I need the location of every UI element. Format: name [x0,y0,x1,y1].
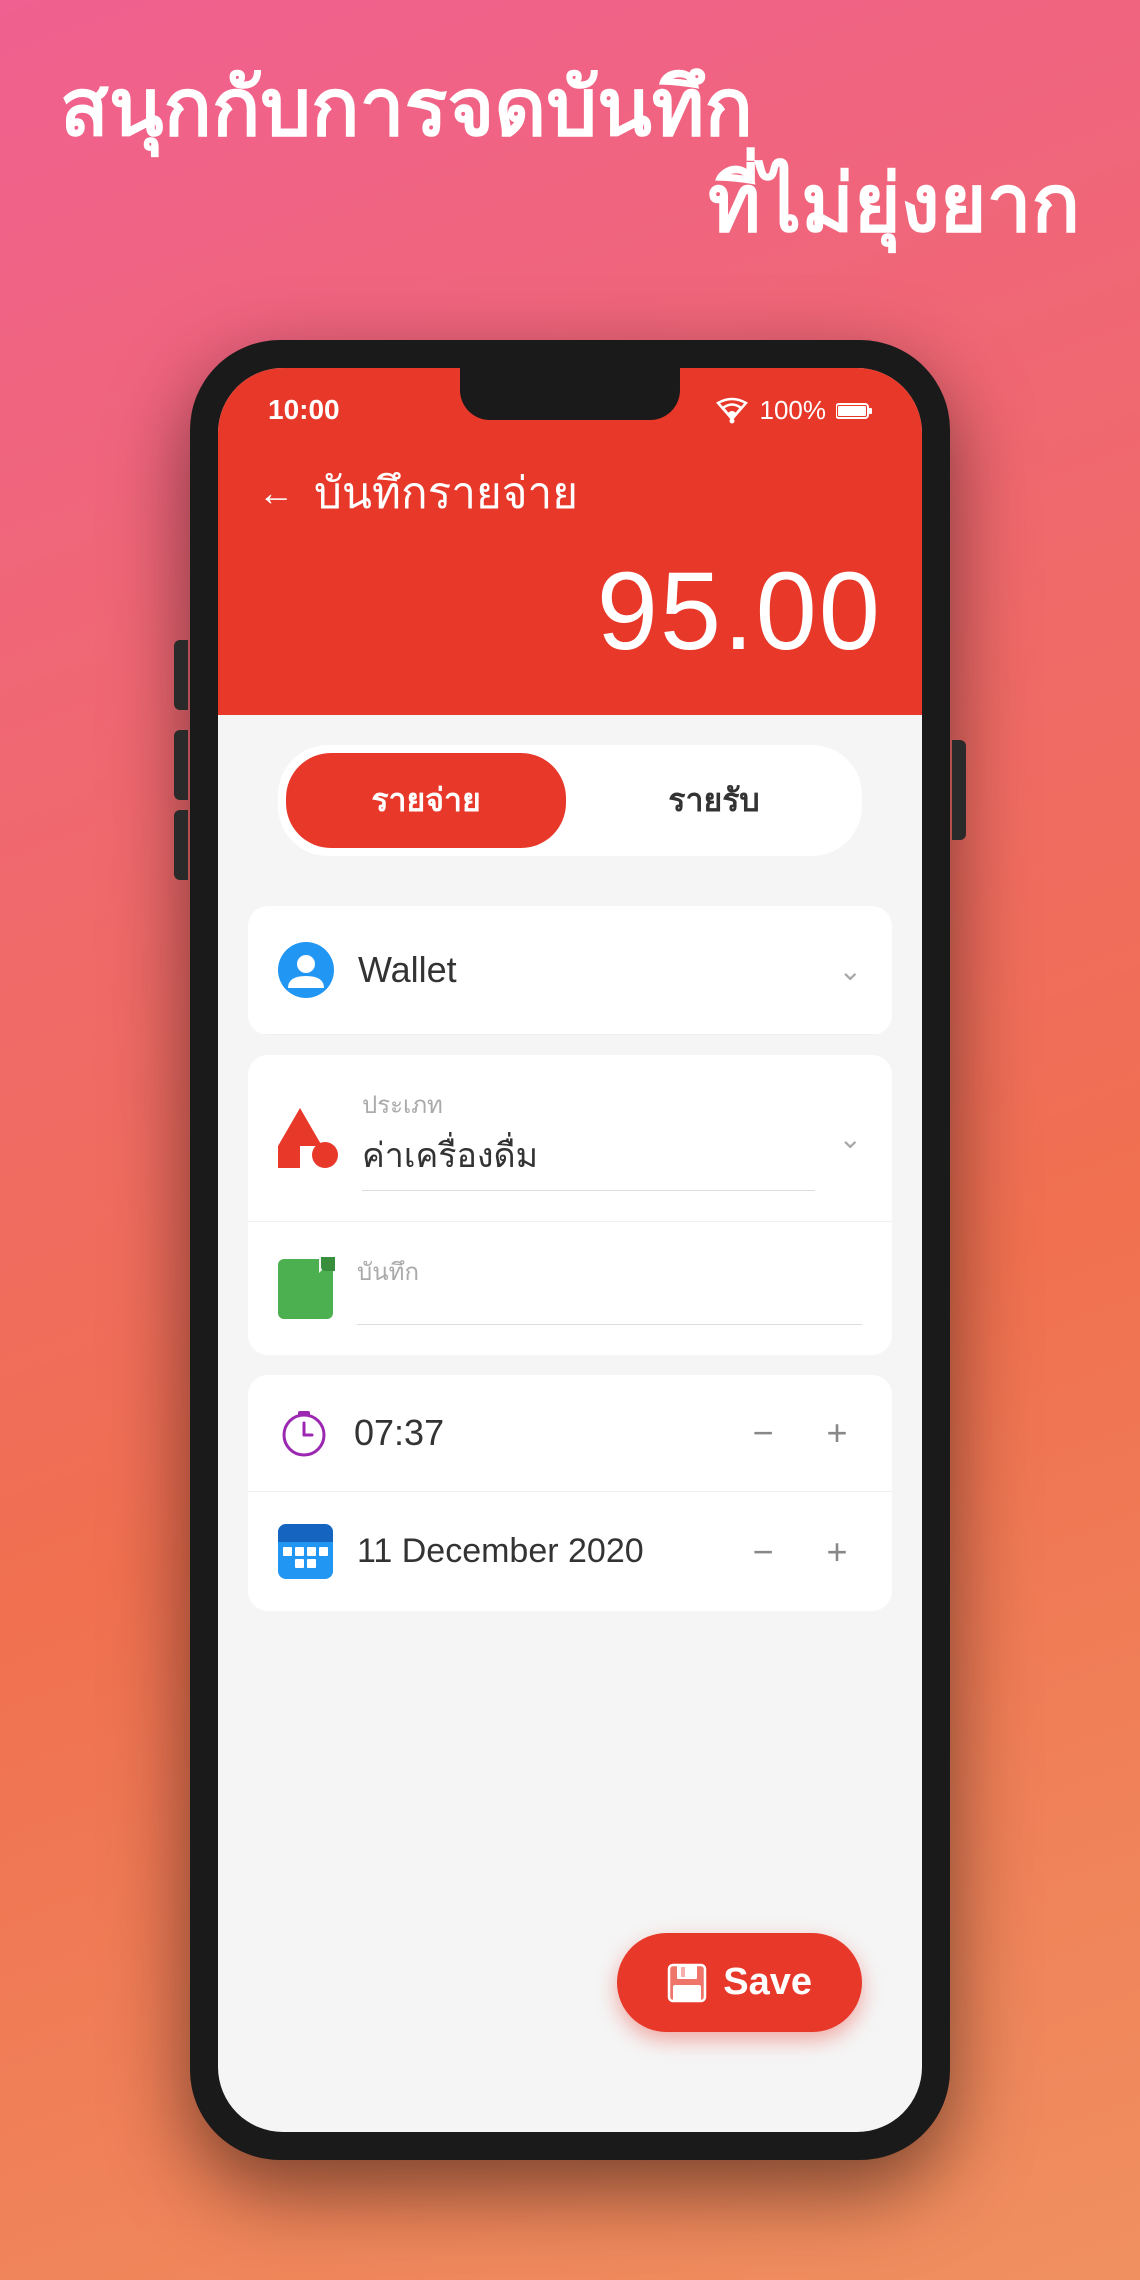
save-button-container: Save [617,1933,862,2032]
save-disk-icon [667,1963,707,2003]
category-note-section: ประเภท ค่าเครื่องดื่ม ⌄ บันทึก [248,1055,892,1355]
wallet-person-icon [278,942,334,998]
wallet-chevron-icon: ⌄ [839,954,862,987]
phone-notch [460,368,680,420]
category-chevron-icon: ⌄ [839,1122,862,1155]
date-plus-button[interactable]: + [812,1527,862,1577]
back-button[interactable]: ← [258,472,294,514]
phone-screen: 10:00 100% ← [218,368,922,2132]
date-value: 11 December 2020 [357,1532,714,1571]
battery-icon [836,401,872,421]
time-minus-button[interactable]: − [738,1408,788,1458]
date-field-row: 11 December 2020 − + [248,1492,892,1611]
note-label: บันทึก [357,1252,862,1291]
status-time: 10:00 [268,394,340,426]
amount-display: 95.00 [258,548,882,675]
battery-text: 100% [760,395,827,426]
app-header: ← บันทึกรายจ่าย 95.00 [218,438,922,715]
time-field-row: 07:37 − + [248,1375,892,1492]
time-date-section: 07:37 − + [248,1375,892,1611]
phone-shell: 10:00 100% ← [190,340,950,2160]
wallet-value: Wallet [358,949,815,991]
note-content: บันทึก [357,1252,862,1325]
note-icon [278,1259,333,1319]
tagline-line1: สนุกกับการจดบันทึก [60,63,753,152]
wifi-icon [714,397,750,425]
tagline: สนุกกับการจดบันทึก ที่ไม่ยุ่งยาก [60,60,1080,252]
tagline-line2: ที่ไม่ยุ่งยาก [60,156,1080,252]
time-plus-button[interactable]: + [812,1408,862,1458]
app-title: บันทึกรายจ่าย [314,458,578,528]
category-field-row[interactable]: ประเภท ค่าเครื่องดื่ม ⌄ [248,1055,892,1222]
wallet-field-row[interactable]: Wallet ⌄ [248,906,892,1035]
time-value: 07:37 [354,1412,714,1454]
save-label: Save [723,1961,812,2004]
date-minus-button[interactable]: − [738,1527,788,1577]
note-field-row[interactable]: บันทึก [248,1222,892,1355]
calendar-icon [278,1524,333,1579]
app-title-row: ← บันทึกรายจ่าย [258,458,882,528]
tab-expense[interactable]: รายจ่าย [286,753,566,848]
category-content: ประเภท ค่าเครื่องดื่ม [362,1085,815,1191]
category-label: ประเภท [362,1085,815,1124]
save-button[interactable]: Save [617,1933,862,2032]
category-icon [278,1108,338,1168]
tab-income[interactable]: รายรับ [574,753,854,848]
note-value[interactable] [357,1295,862,1325]
status-icons: 100% [714,395,873,426]
time-stepper: − + [738,1408,862,1458]
timer-icon [278,1407,330,1459]
date-stepper: − + [738,1527,862,1577]
tab-switcher: รายจ่าย รายรับ [278,745,862,856]
wallet-section: Wallet ⌄ [248,906,892,1035]
category-value: ค่าเครื่องดื่ม [362,1128,815,1191]
